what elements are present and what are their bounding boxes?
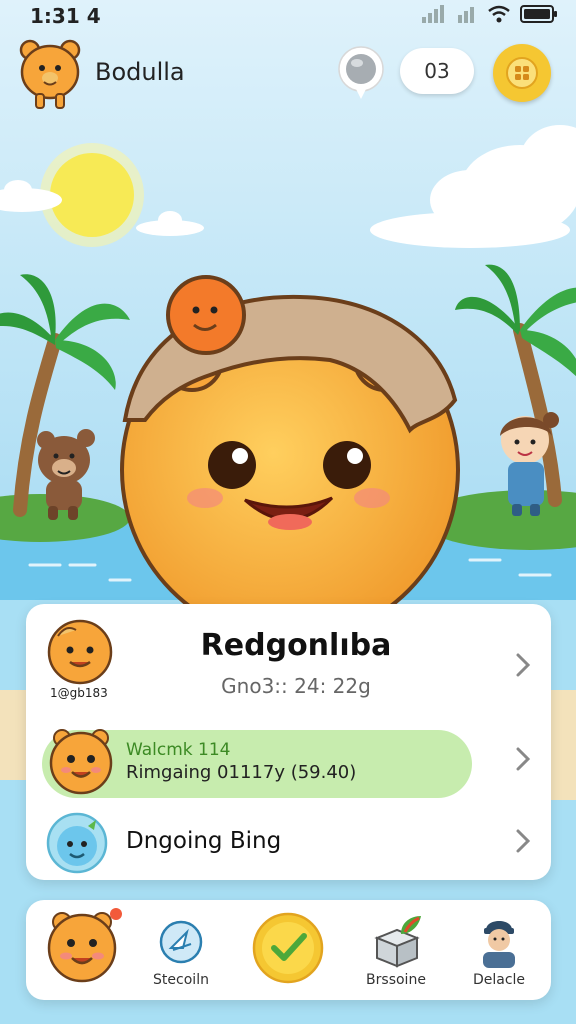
ongoing-label: Dngoing Bing — [126, 828, 282, 854]
score-counter[interactable]: 03 — [400, 48, 474, 94]
profile-name: Redgonlıba — [200, 628, 392, 663]
welcome-title: Walcmk 114 — [126, 740, 231, 760]
bottom-nav: Stecoiln Brssoine Delacle — [26, 900, 551, 1000]
compass-icon — [159, 920, 203, 964]
welcome-detail: Rimgaing 01117y (59.40) — [126, 762, 357, 783]
grid-icon — [506, 57, 538, 89]
profile-subtitle: Gno3:: 24: 22g — [221, 674, 371, 698]
status-bar: 1:31 4 — [0, 0, 576, 34]
status-icons — [422, 4, 558, 24]
nav-item-check[interactable] — [243, 900, 333, 1000]
welcome-row[interactable]: Walcmk 114 Rimgaing 01117y (59.40) — [26, 724, 551, 804]
nav-item-stecoiln[interactable]: Stecoiln — [136, 900, 226, 1000]
profile-avatar-icon — [47, 619, 113, 685]
ongoing-row[interactable]: Dngoing Bing — [26, 806, 551, 878]
nav-item-home[interactable] — [36, 900, 126, 1000]
signal-bars-icon — [458, 7, 474, 23]
chevron-right-icon — [516, 653, 531, 677]
avatar-caption: 1@gb183 — [50, 686, 108, 700]
person-avatar-icon — [483, 921, 515, 968]
profile-row[interactable]: 1@gb183 Redgonlıba Gno3:: 24: 22g — [26, 612, 551, 712]
cellular-signal-icon — [422, 5, 444, 23]
wifi-icon — [488, 5, 510, 23]
nav-label-stecoiln: Stecoiln — [153, 972, 209, 988]
grid-menu-button[interactable] — [493, 44, 551, 102]
app-title: Bodulla — [95, 58, 185, 86]
status-time: 1:31 4 — [30, 4, 101, 28]
welcome-bear-avatar-icon — [49, 729, 113, 795]
info-card: 1@gb183 Redgonlıba Gno3:: 24: 22g Walcmk… — [26, 604, 551, 880]
box-with-leaf-icon — [374, 916, 421, 968]
nav-item-delacle[interactable]: Delacle — [454, 900, 544, 1000]
nav-item-brssoine[interactable]: Brssoine — [351, 900, 441, 1000]
chevron-right-icon — [516, 747, 531, 771]
chevron-right-icon — [516, 829, 531, 853]
nav-label-brssoine: Brssoine — [366, 972, 426, 988]
app-logo-bear-icon[interactable] — [18, 38, 82, 114]
battery-icon — [520, 5, 557, 23]
chat-bubble-button[interactable] — [336, 45, 386, 101]
mascot-character — [120, 275, 460, 642]
nav-label-delacle: Delacle — [472, 972, 526, 988]
check-center-icon — [252, 912, 324, 984]
ongoing-avatar-icon — [46, 812, 108, 874]
bear-home-icon — [47, 908, 122, 983]
